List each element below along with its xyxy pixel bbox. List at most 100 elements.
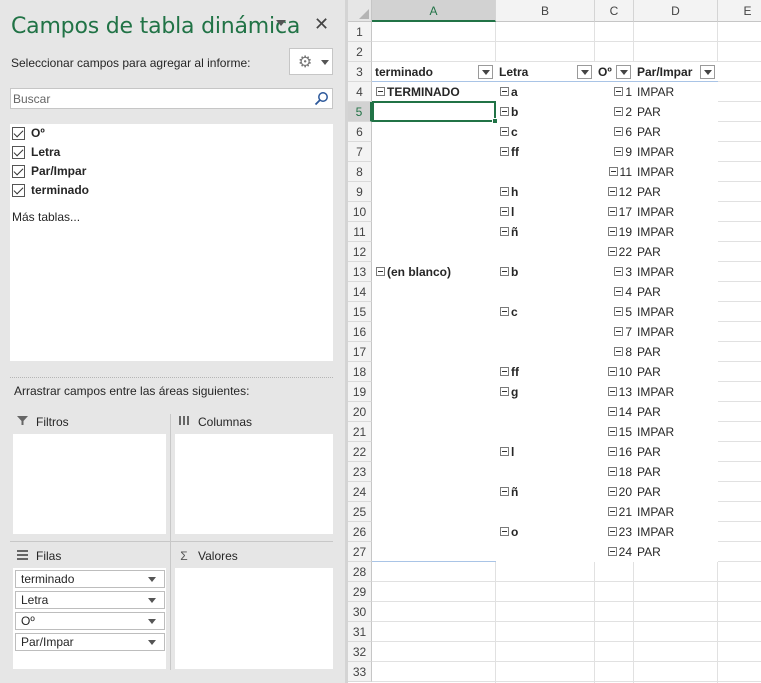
collapse-icon[interactable] bbox=[607, 487, 617, 497]
row-header[interactable]: 18 bbox=[348, 362, 372, 382]
row-header[interactable]: 23 bbox=[348, 462, 372, 482]
filter-dropdown-button[interactable] bbox=[700, 65, 715, 79]
collapse-icon[interactable] bbox=[607, 427, 617, 437]
collapse-icon[interactable] bbox=[607, 407, 617, 417]
row-field-par-impar[interactable]: Par/Impar bbox=[15, 633, 165, 651]
collapse-icon[interactable] bbox=[614, 327, 624, 337]
row-header[interactable]: 1 bbox=[348, 22, 372, 42]
pivot-cell-o[interactable]: 10 bbox=[595, 362, 633, 382]
row-header[interactable]: 28 bbox=[348, 562, 372, 582]
search-input[interactable] bbox=[11, 89, 311, 108]
row-header[interactable]: 4 bbox=[348, 82, 372, 102]
pivot-header-letra[interactable]: Letra bbox=[496, 62, 595, 82]
pivot-cell-par-impar[interactable]: IMPAR bbox=[637, 142, 674, 162]
pivot-cell-o[interactable]: 12 bbox=[595, 182, 633, 202]
pivot-cell-par-impar[interactable]: PAR bbox=[637, 462, 661, 482]
pivot-cell-par-impar[interactable]: IMPAR bbox=[637, 202, 674, 222]
pivot-cell-o[interactable]: 15 bbox=[595, 422, 633, 442]
chevron-down-icon[interactable] bbox=[148, 640, 156, 645]
row-header[interactable]: 13 bbox=[348, 262, 372, 282]
pivot-cell-par-impar[interactable]: IMPAR bbox=[637, 502, 674, 522]
row-header[interactable]: 30 bbox=[348, 602, 372, 622]
pivot-header-terminado[interactable]: terminado bbox=[372, 62, 496, 82]
row-header[interactable]: 8 bbox=[348, 162, 372, 182]
collapse-icon[interactable] bbox=[614, 147, 624, 157]
pivot-cell-letra[interactable]: b bbox=[500, 262, 518, 282]
collapse-icon[interactable] bbox=[607, 387, 617, 397]
collapse-icon[interactable] bbox=[500, 187, 509, 197]
pivot-cell-par-impar[interactable]: PAR bbox=[637, 542, 661, 562]
pivot-cell-letra[interactable]: l bbox=[500, 202, 514, 222]
pivot-cell-letra[interactable]: ñ bbox=[500, 482, 518, 502]
column-header-e[interactable]: E bbox=[718, 0, 761, 22]
row-header[interactable]: 33 bbox=[348, 662, 372, 682]
filter-dropdown-button[interactable] bbox=[478, 65, 493, 79]
pivot-cell-o[interactable]: 13 bbox=[595, 382, 633, 402]
collapse-icon[interactable] bbox=[500, 367, 509, 377]
pivot-cell-par-impar[interactable]: IMPAR bbox=[637, 382, 674, 402]
collapse-icon[interactable] bbox=[500, 147, 509, 157]
column-header-c[interactable]: C bbox=[595, 0, 634, 22]
row-header[interactable]: 5 bbox=[348, 102, 372, 122]
row-header[interactable]: 3 bbox=[348, 62, 372, 82]
row-header[interactable]: 32 bbox=[348, 642, 372, 662]
close-icon[interactable]: ✕ bbox=[314, 14, 329, 34]
collapse-icon[interactable] bbox=[614, 87, 624, 97]
pivot-cell-par-impar[interactable]: PAR bbox=[637, 342, 661, 362]
values-drop-area[interactable] bbox=[175, 568, 333, 669]
pivot-cell-terminado[interactable]: TERMINADO bbox=[376, 82, 460, 102]
row-header[interactable]: 9 bbox=[348, 182, 372, 202]
collapse-icon[interactable] bbox=[607, 527, 617, 537]
rows-drop-area[interactable]: terminado Letra Oº Par/Impar bbox=[13, 568, 166, 669]
row-header[interactable]: 26 bbox=[348, 522, 372, 542]
pivot-cell-par-impar[interactable]: IMPAR bbox=[637, 322, 674, 342]
pivot-header-par-impar[interactable]: Par/Impar bbox=[634, 62, 718, 82]
collapse-icon[interactable] bbox=[607, 367, 617, 377]
collapse-icon[interactable] bbox=[500, 527, 509, 537]
pivot-cell-o[interactable]: 20 bbox=[595, 482, 633, 502]
pivot-cell-o[interactable]: 24 bbox=[595, 542, 633, 562]
pivot-header-o[interactable]: Oº bbox=[595, 62, 634, 82]
pivot-cell-letra[interactable]: c bbox=[500, 302, 518, 322]
row-header[interactable]: 29 bbox=[348, 582, 372, 602]
pivot-cell-letra[interactable]: o bbox=[500, 522, 518, 542]
fill-handle[interactable] bbox=[492, 118, 498, 124]
row-header[interactable]: 31 bbox=[348, 622, 372, 642]
pivot-cell-letra[interactable]: c bbox=[500, 122, 518, 142]
selected-cell-a5[interactable] bbox=[372, 101, 498, 124]
row-header[interactable]: 14 bbox=[348, 282, 372, 302]
pivot-cell-par-impar[interactable]: PAR bbox=[637, 242, 661, 262]
row-header[interactable]: 10 bbox=[348, 202, 372, 222]
pivot-cell-terminado[interactable]: (en blanco) bbox=[376, 262, 451, 282]
search-icon[interactable] bbox=[314, 91, 329, 106]
pivot-cell-o[interactable]: 11 bbox=[595, 162, 633, 182]
pivot-cell-o[interactable]: 5 bbox=[595, 302, 633, 322]
collapse-icon[interactable] bbox=[500, 307, 509, 317]
collapse-icon[interactable] bbox=[614, 307, 624, 317]
pivot-cell-letra[interactable]: h bbox=[500, 182, 518, 202]
collapse-icon[interactable] bbox=[614, 107, 624, 117]
column-header-a[interactable]: A bbox=[372, 0, 496, 22]
row-header[interactable]: 24 bbox=[348, 482, 372, 502]
collapse-icon[interactable] bbox=[500, 207, 509, 217]
collapse-icon[interactable] bbox=[614, 287, 624, 297]
row-header[interactable]: 2 bbox=[348, 42, 372, 62]
more-tables-link[interactable]: Más tablas... bbox=[12, 210, 80, 224]
pivot-cell-o[interactable]: 21 bbox=[595, 502, 633, 522]
column-header-d[interactable]: D bbox=[634, 0, 718, 22]
collapse-icon[interactable] bbox=[607, 467, 617, 477]
columns-drop-area[interactable] bbox=[175, 434, 333, 534]
row-header[interactable]: 22 bbox=[348, 442, 372, 462]
pivot-cell-letra[interactable]: b bbox=[500, 102, 518, 122]
pivot-cell-o[interactable]: 23 bbox=[595, 522, 633, 542]
field-item-o[interactable]: Oº bbox=[12, 124, 45, 142]
filters-drop-area[interactable] bbox=[13, 434, 166, 534]
pivot-cell-par-impar[interactable]: IMPAR bbox=[637, 522, 674, 542]
collapse-icon[interactable] bbox=[376, 87, 385, 97]
row-header[interactable]: 12 bbox=[348, 242, 372, 262]
collapse-icon[interactable] bbox=[500, 107, 509, 117]
pivot-cell-o[interactable]: 6 bbox=[595, 122, 633, 142]
row-field-o[interactable]: Oº bbox=[15, 612, 165, 630]
tools-button[interactable]: ⚙ bbox=[289, 48, 333, 75]
pivot-cell-par-impar[interactable]: PAR bbox=[637, 282, 661, 302]
